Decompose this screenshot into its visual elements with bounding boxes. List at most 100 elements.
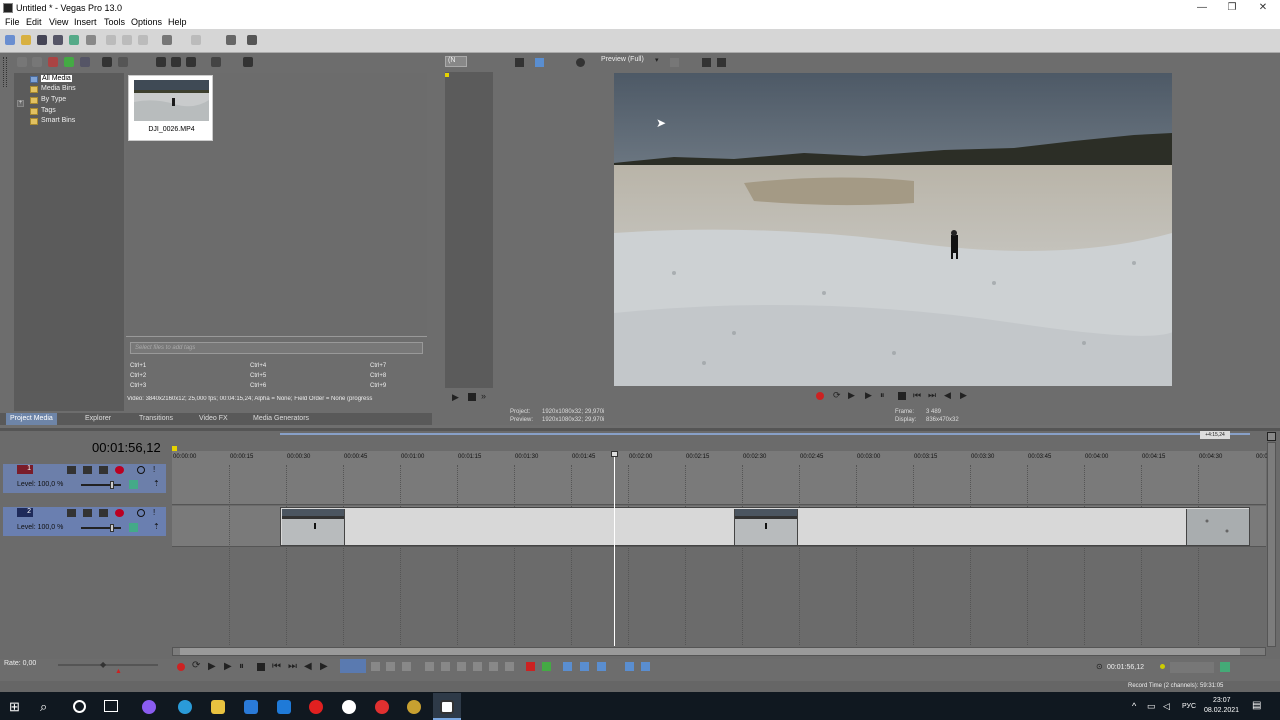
task-view-icon[interactable] <box>104 700 118 712</box>
preview-quality-dropdown[interactable]: Preview (Full) <box>601 56 644 63</box>
media-item[interactable]: DJI_0026.MP4 <box>128 75 213 141</box>
playhead-handle[interactable] <box>611 451 618 457</box>
mute-icon[interactable] <box>137 509 145 517</box>
notification-icon[interactable]: ▤ <box>1252 700 1261 711</box>
get-media-icon[interactable] <box>48 57 58 67</box>
tab-transitions[interactable]: Transitions <box>139 415 173 422</box>
lock-icon[interactable] <box>505 662 514 671</box>
go-to-start-icon[interactable]: ⏮ <box>272 661 281 672</box>
chevron-up-icon[interactable]: ^ <box>1132 701 1136 711</box>
track-header-2[interactable]: 2 ! Level: 100,0 % ⇡ <box>3 507 166 536</box>
timeline-divider[interactable] <box>0 428 1280 431</box>
snap-icon[interactable] <box>563 662 572 671</box>
play-icon[interactable]: ▶ <box>865 390 872 401</box>
expand-track-icon[interactable]: ⇡ <box>153 479 160 488</box>
mute-icon[interactable] <box>137 466 145 474</box>
play-icon[interactable]: ▶ <box>224 661 232 672</box>
chevron-down-icon[interactable]: ▾ <box>655 56 659 64</box>
whats-this-help-icon[interactable] <box>247 35 257 45</box>
yandex-icon[interactable] <box>375 700 389 714</box>
record-icon[interactable] <box>816 392 824 400</box>
redo-icon[interactable] <box>191 35 201 45</box>
copy-snapshot-icon[interactable] <box>702 58 711 67</box>
clock-date[interactable]: 08.02.2021 <box>1204 707 1239 714</box>
cut-icon[interactable] <box>106 35 116 45</box>
app-icon[interactable] <box>407 700 421 714</box>
tag-input[interactable]: Select files to add tags <box>130 342 423 354</box>
volume-icon[interactable]: ◁ <box>1163 701 1170 712</box>
selection-tool-icon[interactable] <box>386 662 395 671</box>
timeline-ruler[interactable]: 00:00:00 00:00:15 00:00:30 00:00:45 00:0… <box>172 451 1268 465</box>
start-icon[interactable]: ⊞ <box>9 699 20 715</box>
level-slider[interactable] <box>81 527 121 529</box>
get-media-web-icon[interactable] <box>64 57 74 67</box>
rate-slider-handle[interactable]: ◆ <box>100 660 106 669</box>
menu-edit[interactable]: Edit <box>26 17 42 27</box>
minimize-button[interactable]: — <box>1187 0 1217 16</box>
level-slider-handle[interactable] <box>110 524 114 532</box>
remove-media-icon[interactable] <box>102 57 112 67</box>
video-event-clip[interactable] <box>280 507 1250 546</box>
scrollbar-thumb[interactable] <box>180 648 1240 655</box>
auto-preview-icon[interactable] <box>186 57 196 67</box>
language-indicator[interactable]: РУС <box>1182 703 1196 710</box>
save-icon[interactable] <box>37 35 47 45</box>
lock-envelopes-icon[interactable] <box>625 662 634 671</box>
render-icon[interactable] <box>69 35 79 45</box>
ignore-grouping-icon[interactable] <box>641 662 650 671</box>
import-media-icon[interactable] <box>17 57 27 67</box>
trimmer-play-icon[interactable]: ▶ <box>452 392 459 403</box>
next-frame-icon[interactable]: ▶ <box>960 390 967 401</box>
automation-icon[interactable] <box>129 480 138 489</box>
tree-item-media-bins[interactable]: Media Bins <box>41 85 76 92</box>
preview-properties-icon[interactable] <box>515 58 524 67</box>
delete-icon[interactable] <box>425 662 434 671</box>
cortana-icon[interactable] <box>73 700 86 713</box>
prev-frame-icon[interactable]: ◀ <box>944 390 951 401</box>
menu-file[interactable]: File <box>5 17 20 27</box>
search-icon[interactable] <box>243 57 253 67</box>
stop-icon[interactable] <box>898 392 906 400</box>
rate-reset-icon[interactable]: ▲ <box>115 668 122 675</box>
timeline-vertical-scrollbar[interactable] <box>1267 442 1276 647</box>
solo-icon[interactable]: ! <box>153 508 155 517</box>
media-fx-icon[interactable] <box>80 57 90 67</box>
tree-item-smart-bins[interactable]: Smart Bins <box>41 117 75 124</box>
tree-item-all-media[interactable]: All Media <box>41 75 72 82</box>
properties-media-icon[interactable] <box>118 57 128 67</box>
undo-icon[interactable] <box>162 35 172 45</box>
open-icon[interactable] <box>21 35 31 45</box>
prev-frame-icon[interactable]: ◀ <box>304 661 312 672</box>
next-frame-icon[interactable]: ▶ <box>320 661 328 672</box>
split-screen-icon[interactable] <box>576 58 585 67</box>
tree-item-by-type[interactable]: By Type <box>41 96 66 103</box>
split-icon[interactable] <box>489 662 498 671</box>
automation-icon[interactable] <box>129 523 138 532</box>
properties-icon[interactable] <box>86 35 96 45</box>
expand-track-icon[interactable]: ⇡ <box>153 522 160 531</box>
tab-project-media[interactable]: Project Media <box>6 413 57 425</box>
clock-time[interactable]: 23:07 <box>1213 697 1231 704</box>
menu-view[interactable]: View <box>49 17 68 27</box>
close-button[interactable]: ✕ <box>1248 0 1278 16</box>
edge-icon[interactable] <box>178 700 192 714</box>
go-to-start-icon[interactable]: ⏮ <box>913 390 921 401</box>
search-icon[interactable]: ⌕ <box>40 699 47 715</box>
new-project-icon[interactable] <box>5 35 15 45</box>
normal-edit-tool[interactable] <box>340 659 366 673</box>
pane-divider[interactable] <box>126 336 427 337</box>
selection-length-field[interactable] <box>1170 662 1214 673</box>
track-fx-icon[interactable] <box>83 509 92 517</box>
copy-icon[interactable] <box>122 35 132 45</box>
overview-bar[interactable] <box>280 433 1250 435</box>
mail-icon[interactable] <box>277 700 291 714</box>
compositing-icon[interactable] <box>99 466 108 474</box>
track-motion-icon[interactable] <box>67 509 76 517</box>
expand-icon[interactable]: + <box>17 100 24 107</box>
network-icon[interactable]: ▭ <box>1147 701 1156 712</box>
views-icon[interactable] <box>211 57 221 67</box>
record-icon[interactable] <box>177 663 185 671</box>
store-icon[interactable] <box>244 700 258 714</box>
track-fx-icon[interactable] <box>83 466 92 474</box>
trimmer-stop-icon[interactable] <box>468 393 476 401</box>
